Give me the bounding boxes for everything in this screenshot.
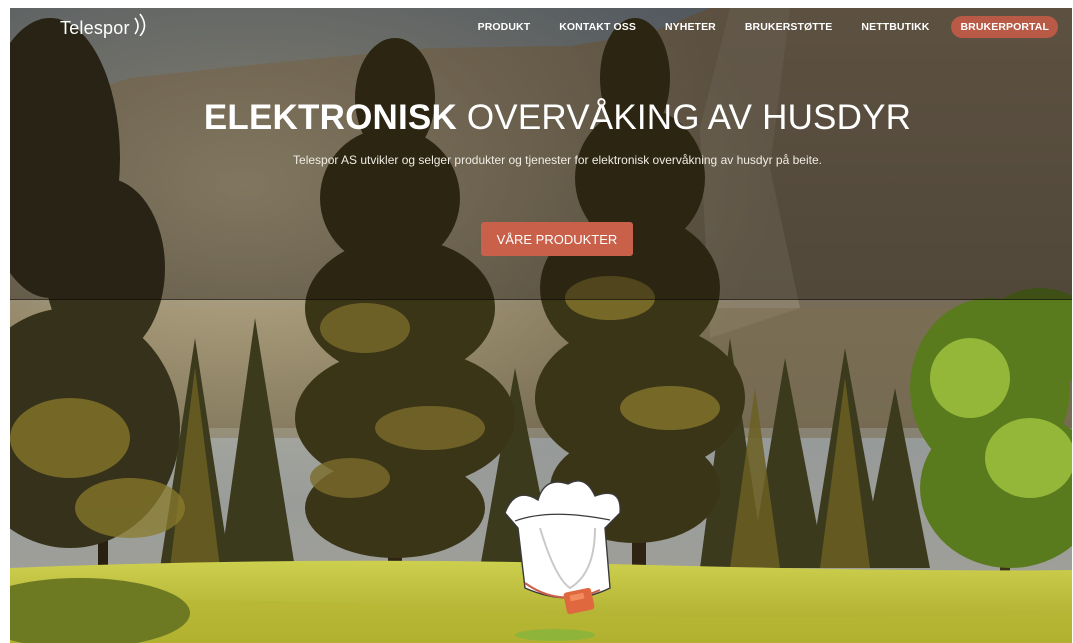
nav-item-nyheter[interactable]: NYHETER [651,16,730,38]
nav-item-kontakt-oss[interactable]: KONTAKT OSS [545,16,650,38]
telespor-logo[interactable]: Telespor [60,13,153,39]
nav-item-brukerstotte[interactable]: BRUKERSTØTTE [731,16,847,38]
page-title: ELEKTRONISK OVERVÅKING AV HUSDYR [10,98,1072,138]
vare-produkter-button[interactable]: VÅRE PRODUKTER [481,222,633,256]
hero-subtitle: Telespor AS utvikler og selger produkter… [293,153,822,167]
title-strong: ELEKTRONISK [203,98,457,137]
brand-name: Telespor [60,18,130,38]
main-navigation: PRODUKT KONTAKT OSS NYHETER BRUKERSTØTTE… [463,16,1058,38]
nav-item-produkt[interactable]: PRODUKT [464,16,545,38]
signal-arcs-icon [133,13,145,36]
title-light: OVERVÅKING AV HUSDYR [466,98,912,137]
nav-item-brukerportal[interactable]: BRUKERPORTAL [951,16,1058,38]
hero-section: Telespor PRODUKT KONTAKT OSS NYHETER BRU… [10,8,1072,643]
nav-item-nettbutikk[interactable]: NETTBUTIKK [847,16,943,38]
